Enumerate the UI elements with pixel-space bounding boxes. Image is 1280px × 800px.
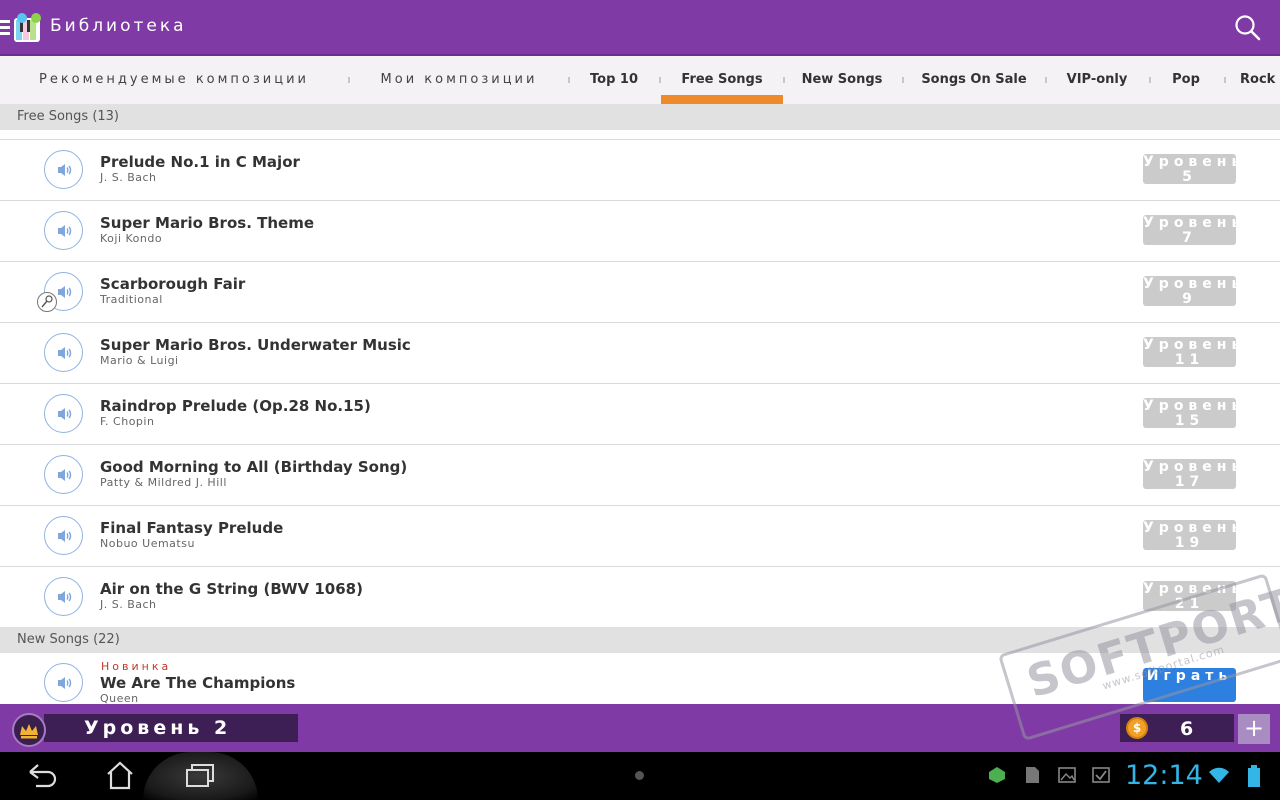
tab-divider (783, 77, 785, 83)
section-header-new-songs: New Songs (22) (0, 627, 1280, 653)
tab-top-10[interactable]: Top 10 (584, 56, 644, 104)
menu-icon[interactable] (0, 20, 10, 36)
song-title: Good Morning to All (Birthday Song) (100, 458, 408, 476)
song-artist: Traditional (100, 293, 163, 306)
level-lock-button[interactable]: Уровень 9 (1143, 276, 1236, 306)
player-level: Уровень 2 (44, 714, 298, 742)
back-icon[interactable] (22, 758, 62, 794)
gallery-icon (1057, 765, 1077, 785)
song-artist: Mario & Luigi (100, 354, 179, 367)
tab-divider (1224, 77, 1226, 83)
song-title: Raindrop Prelude (Op.28 No.15) (100, 397, 371, 415)
download-complete-icon (1091, 765, 1111, 785)
player-status-bar: Уровень 2 $ 6 + (0, 704, 1280, 752)
tab-divider (568, 77, 570, 83)
song-row[interactable]: Good Morning to All (Birthday Song) Patt… (0, 444, 1280, 505)
level-lock-button[interactable]: Уровень 11 (1143, 337, 1236, 367)
wifi-icon (1207, 765, 1229, 785)
recent-apps-icon[interactable] (180, 758, 220, 794)
song-row[interactable]: Super Mario Bros. Underwater Music Mario… (0, 322, 1280, 383)
app-title: Библиотека (50, 16, 187, 36)
crown-icon (12, 713, 46, 747)
play-song-button[interactable]: Играть (1143, 668, 1236, 702)
app-window: Библиотека Рекомендуемые композиции Мои … (0, 0, 1280, 800)
add-coins-button[interactable]: + (1238, 714, 1270, 744)
coin-count: 6 (1180, 718, 1194, 740)
app-logo-icon (12, 12, 44, 44)
song-title: Scarborough Fair (100, 275, 246, 293)
coin-icon: $ (1126, 717, 1148, 739)
page-indicator-dot (635, 771, 644, 780)
song-title: Super Mario Bros. Theme (100, 214, 314, 232)
song-artist: J. S. Bach (100, 171, 157, 184)
section-header-free-songs: Free Songs (13) (0, 104, 1280, 130)
sd-card-icon (1022, 765, 1042, 785)
app-notification-icon (987, 765, 1007, 785)
song-row[interactable]: Air on the G String (BWV 1068) J. S. Bac… (0, 566, 1280, 627)
home-icon[interactable] (100, 758, 140, 794)
preview-speaker-icon[interactable] (44, 577, 83, 616)
song-artist: F. Chopin (100, 415, 155, 428)
song-artist: Queen (100, 692, 139, 704)
preview-speaker-icon[interactable] (44, 455, 83, 494)
preview-speaker-icon[interactable] (44, 211, 83, 250)
system-clock: 12:14 (1125, 760, 1203, 791)
song-artist: Koji Kondo (100, 232, 163, 245)
tab-divider (1045, 77, 1047, 83)
song-artist: J. S. Bach (100, 598, 157, 611)
song-title: Prelude No.1 in C Major (100, 153, 300, 171)
tab-new-songs[interactable]: New Songs (798, 56, 886, 104)
preview-speaker-icon[interactable] (44, 516, 83, 555)
preview-speaker-icon[interactable] (44, 394, 83, 433)
tab-pop[interactable]: Pop (1164, 56, 1208, 104)
preview-speaker-icon[interactable] (44, 663, 83, 702)
level-lock-button[interactable]: Уровень 17 (1143, 459, 1236, 489)
level-lock-button[interactable]: Уровень 15 (1143, 398, 1236, 428)
top-app-bar: Библиотека (0, 0, 1280, 56)
level-lock-button[interactable]: Уровень 19 (1143, 520, 1236, 550)
song-row[interactable]: Raindrop Prelude (Op.28 No.15) F. Chopin… (0, 383, 1280, 444)
tab-rock[interactable]: Rock (1240, 56, 1280, 104)
tab-vip-only[interactable]: VIP-only (1062, 56, 1132, 104)
level-lock-button[interactable]: Уровень 5 (1143, 154, 1236, 184)
song-artist: Patty & Mildred J. Hill (100, 476, 227, 489)
tab-divider (1149, 77, 1151, 83)
song-title: Super Mario Bros. Underwater Music (100, 336, 411, 354)
new-badge: Новинка (101, 660, 172, 673)
song-artist: Nobuo Uematsu (100, 537, 195, 550)
song-row[interactable]: Super Mario Bros. Theme Koji Kondo Урове… (0, 200, 1280, 261)
tab-free-songs[interactable]: Free Songs (661, 56, 783, 104)
tab-divider (348, 77, 350, 83)
tab-recommended[interactable]: Рекомендуемые композиции (18, 56, 330, 104)
battery-icon (1247, 765, 1267, 787)
tab-my-songs[interactable]: Мои композиции (368, 56, 550, 104)
song-list: Free Songs (13) Prelude No.1 in C Major … (0, 104, 1280, 704)
song-row[interactable]: Final Fantasy Prelude Nobuo Uematsu Уров… (0, 505, 1280, 566)
song-title: Air on the G String (BWV 1068) (100, 580, 363, 598)
level-lock-button[interactable]: Уровень 7 (1143, 215, 1236, 245)
search-icon[interactable] (1234, 14, 1262, 42)
preview-speaker-icon[interactable] (44, 150, 83, 189)
level-lock-button[interactable]: Уровень 21 (1143, 581, 1236, 611)
song-title: Final Fantasy Prelude (100, 519, 284, 537)
song-row[interactable]: Scarborough Fair Traditional Уровень 9 (0, 261, 1280, 322)
key-badge-icon (37, 292, 57, 312)
tab-songs-on-sale[interactable]: Songs On Sale (918, 56, 1030, 104)
song-row[interactable]: Новинка We Are The Champions Queen Играт… (0, 653, 1280, 704)
system-navigation-bar: 12:14 (0, 752, 1280, 800)
tab-divider (902, 77, 904, 83)
song-row[interactable]: Prelude No.1 in C Major J. S. Bach Урове… (0, 139, 1280, 200)
song-title: We Are The Champions (100, 674, 296, 692)
category-tabs: Рекомендуемые композиции Мои композиции … (0, 56, 1280, 104)
preview-speaker-icon[interactable] (44, 333, 83, 372)
